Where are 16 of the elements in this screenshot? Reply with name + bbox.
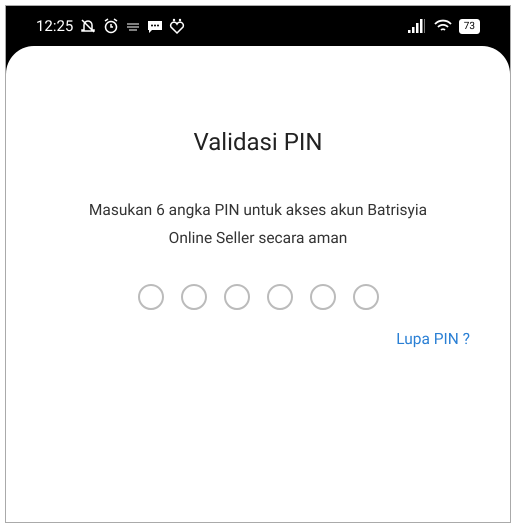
pin-digit-field[interactable]	[180, 284, 206, 310]
instruction-text: Masukan 6 angka PIN untuk akses akun Batrisyia Online Seller secara aman	[88, 200, 428, 249]
pin-digit-field[interactable]	[352, 284, 378, 310]
status-time: 12:25	[36, 17, 74, 35]
message-icon	[147, 18, 164, 34]
pin-digit-field[interactable]	[266, 284, 292, 310]
alarm-clock-icon	[103, 18, 120, 34]
battery-indicator: 73	[458, 18, 480, 34]
page-title: Validasi PIN	[193, 128, 323, 156]
heart-icon	[169, 18, 186, 34]
pin-digit-field[interactable]	[310, 284, 336, 310]
pin-digit-field[interactable]	[138, 284, 164, 310]
forgot-pin-link[interactable]: Lupa PIN ?	[396, 330, 470, 348]
pin-digit-field[interactable]	[224, 284, 250, 310]
signal-icon	[406, 18, 427, 34]
muted-bell-icon	[79, 18, 98, 34]
